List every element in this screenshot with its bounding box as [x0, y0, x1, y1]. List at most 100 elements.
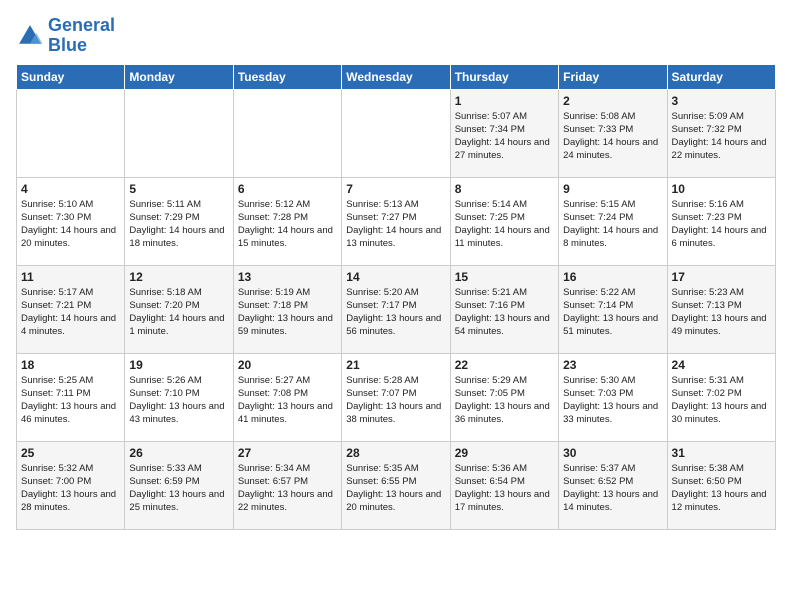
- weekday-header: Saturday: [667, 64, 775, 89]
- day-info: Sunrise: 5:21 AMSunset: 7:16 PMDaylight:…: [455, 286, 554, 339]
- calendar-cell: 16 Sunrise: 5:22 AMSunset: 7:14 PMDayligh…: [559, 265, 667, 353]
- day-info: Sunrise: 5:35 AMSunset: 6:55 PMDaylight:…: [346, 462, 445, 515]
- day-info: Sunrise: 5:34 AMSunset: 6:57 PMDaylight:…: [238, 462, 337, 515]
- day-number: 27: [238, 446, 337, 460]
- day-info: Sunrise: 5:37 AMSunset: 6:52 PMDaylight:…: [563, 462, 662, 515]
- day-number: 7: [346, 182, 445, 196]
- day-info: Sunrise: 5:19 AMSunset: 7:18 PMDaylight:…: [238, 286, 337, 339]
- calendar-cell: 25 Sunrise: 5:32 AMSunset: 7:00 PMDayligh…: [17, 441, 125, 529]
- day-info: Sunrise: 5:31 AMSunset: 7:02 PMDaylight:…: [672, 374, 771, 427]
- day-number: 28: [346, 446, 445, 460]
- day-info: Sunrise: 5:26 AMSunset: 7:10 PMDaylight:…: [129, 374, 228, 427]
- day-info: Sunrise: 5:12 AMSunset: 7:28 PMDaylight:…: [238, 198, 337, 251]
- weekday-header: Friday: [559, 64, 667, 89]
- day-number: 29: [455, 446, 554, 460]
- day-number: 24: [672, 358, 771, 372]
- calendar-cell: 3 Sunrise: 5:09 AMSunset: 7:32 PMDaylight…: [667, 89, 775, 177]
- calendar-cell: 23Sunrise: 5:30 AMSunset: 7:03 PMDayligh…: [559, 353, 667, 441]
- day-number: 25: [21, 446, 120, 460]
- day-info: Sunrise: 5:08 AMSunset: 7:33 PMDaylight:…: [563, 110, 662, 163]
- calendar-cell: 11 Sunrise: 5:17 AMSunset: 7:21 PMDayligh…: [17, 265, 125, 353]
- day-number: 13: [238, 270, 337, 284]
- calendar-week-row: 18 Sunrise: 5:25 AMSunset: 7:11 PMDayligh…: [17, 353, 776, 441]
- day-number: 22: [455, 358, 554, 372]
- weekday-header: Sunday: [17, 64, 125, 89]
- day-number: 3: [672, 94, 771, 108]
- day-number: 31: [672, 446, 771, 460]
- day-info: Sunrise: 5:36 AMSunset: 6:54 PMDaylight:…: [455, 462, 554, 515]
- calendar-week-row: 1 Sunrise: 5:07 AMSunset: 7:34 PMDaylight…: [17, 89, 776, 177]
- day-number: 6: [238, 182, 337, 196]
- day-number: 20: [238, 358, 337, 372]
- day-info: Sunrise: 5:11 AMSunset: 7:29 PMDaylight:…: [129, 198, 228, 251]
- calendar-cell: 10 Sunrise: 5:16 AMSunset: 7:23 PMDayligh…: [667, 177, 775, 265]
- calendar-cell: 29 Sunrise: 5:36 AMSunset: 6:54 PMDayligh…: [450, 441, 558, 529]
- day-info: Sunrise: 5:22 AMSunset: 7:14 PMDaylight:…: [563, 286, 662, 339]
- calendar-cell: [342, 89, 450, 177]
- weekday-header: Wednesday: [342, 64, 450, 89]
- calendar-cell: 7Sunrise: 5:13 AMSunset: 7:27 PMDaylight…: [342, 177, 450, 265]
- day-number: 1: [455, 94, 554, 108]
- calendar-cell: 17 Sunrise: 5:23 AMSunset: 7:13 PMDayligh…: [667, 265, 775, 353]
- day-info: Sunrise: 5:28 AMSunset: 7:07 PMDaylight:…: [346, 374, 445, 427]
- calendar-cell: [233, 89, 341, 177]
- calendar-cell: 20 Sunrise: 5:27 AMSunset: 7:08 PMDayligh…: [233, 353, 341, 441]
- calendar-cell: 12Sunrise: 5:18 AMSunset: 7:20 PMDayligh…: [125, 265, 233, 353]
- day-info: Sunrise: 5:14 AMSunset: 7:25 PMDaylight:…: [455, 198, 554, 251]
- day-info: Sunrise: 5:07 AMSunset: 7:34 PMDaylight:…: [455, 110, 554, 163]
- day-info: Sunrise: 5:25 AMSunset: 7:11 PMDaylight:…: [21, 374, 120, 427]
- calendar-cell: 18 Sunrise: 5:25 AMSunset: 7:11 PMDayligh…: [17, 353, 125, 441]
- day-number: 30: [563, 446, 662, 460]
- day-number: 21: [346, 358, 445, 372]
- calendar-cell: 14Sunrise: 5:20 AMSunset: 7:17 PMDayligh…: [342, 265, 450, 353]
- day-info: Sunrise: 5:32 AMSunset: 7:00 PMDaylight:…: [21, 462, 120, 515]
- day-number: 9: [563, 182, 662, 196]
- day-info: Sunrise: 5:10 AMSunset: 7:30 PMDaylight:…: [21, 198, 120, 251]
- calendar-cell: [125, 89, 233, 177]
- weekday-header: Thursday: [450, 64, 558, 89]
- day-number: 10: [672, 182, 771, 196]
- day-number: 16: [563, 270, 662, 284]
- day-info: Sunrise: 5:33 AMSunset: 6:59 PMDaylight:…: [129, 462, 228, 515]
- calendar-cell: 6 Sunrise: 5:12 AMSunset: 7:28 PMDaylight…: [233, 177, 341, 265]
- day-info: Sunrise: 5:23 AMSunset: 7:13 PMDaylight:…: [672, 286, 771, 339]
- calendar-cell: 24 Sunrise: 5:31 AMSunset: 7:02 PMDayligh…: [667, 353, 775, 441]
- day-number: 14: [346, 270, 445, 284]
- calendar-cell: 26 Sunrise: 5:33 AMSunset: 6:59 PMDayligh…: [125, 441, 233, 529]
- day-info: Sunrise: 5:29 AMSunset: 7:05 PMDaylight:…: [455, 374, 554, 427]
- day-info: Sunrise: 5:17 AMSunset: 7:21 PMDaylight:…: [21, 286, 120, 339]
- day-number: 11: [21, 270, 120, 284]
- day-number: 19: [129, 358, 228, 372]
- day-info: Sunrise: 5:09 AMSunset: 7:32 PMDaylight:…: [672, 110, 771, 163]
- calendar-cell: 13 Sunrise: 5:19 AMSunset: 7:18 PMDayligh…: [233, 265, 341, 353]
- day-number: 23: [563, 358, 662, 372]
- day-number: 2: [563, 94, 662, 108]
- page-header: General Blue: [16, 16, 776, 56]
- calendar-cell: 1 Sunrise: 5:07 AMSunset: 7:34 PMDaylight…: [450, 89, 558, 177]
- logo-text: General Blue: [48, 16, 115, 56]
- logo-icon: [16, 22, 44, 50]
- logo: General Blue: [16, 16, 115, 56]
- day-number: 26: [129, 446, 228, 460]
- calendar-week-row: 4Sunrise: 5:10 AMSunset: 7:30 PMDaylight…: [17, 177, 776, 265]
- day-number: 5: [129, 182, 228, 196]
- day-info: Sunrise: 5:15 AMSunset: 7:24 PMDaylight:…: [563, 198, 662, 251]
- calendar-cell: 19 Sunrise: 5:26 AMSunset: 7:10 PMDayligh…: [125, 353, 233, 441]
- day-number: 17: [672, 270, 771, 284]
- day-info: Sunrise: 5:27 AMSunset: 7:08 PMDaylight:…: [238, 374, 337, 427]
- weekday-header: Monday: [125, 64, 233, 89]
- weekday-header-row: SundayMondayTuesdayWednesdayThursdayFrid…: [17, 64, 776, 89]
- calendar-cell: 28 Sunrise: 5:35 AMSunset: 6:55 PMDayligh…: [342, 441, 450, 529]
- calendar-cell: 9 Sunrise: 5:15 AMSunset: 7:24 PMDaylight…: [559, 177, 667, 265]
- calendar-cell: 21 Sunrise: 5:28 AMSunset: 7:07 PMDayligh…: [342, 353, 450, 441]
- calendar-week-row: 11 Sunrise: 5:17 AMSunset: 7:21 PMDayligh…: [17, 265, 776, 353]
- day-number: 15: [455, 270, 554, 284]
- day-number: 8: [455, 182, 554, 196]
- calendar-cell: 30 Sunrise: 5:37 AMSunset: 6:52 PMDayligh…: [559, 441, 667, 529]
- day-number: 18: [21, 358, 120, 372]
- day-info: Sunrise: 5:16 AMSunset: 7:23 PMDaylight:…: [672, 198, 771, 251]
- calendar-cell: [17, 89, 125, 177]
- calendar-week-row: 25 Sunrise: 5:32 AMSunset: 7:00 PMDayligh…: [17, 441, 776, 529]
- day-info: Sunrise: 5:18 AMSunset: 7:20 PMDaylight:…: [129, 286, 228, 339]
- calendar-cell: 5 Sunrise: 5:11 AMSunset: 7:29 PMDaylight…: [125, 177, 233, 265]
